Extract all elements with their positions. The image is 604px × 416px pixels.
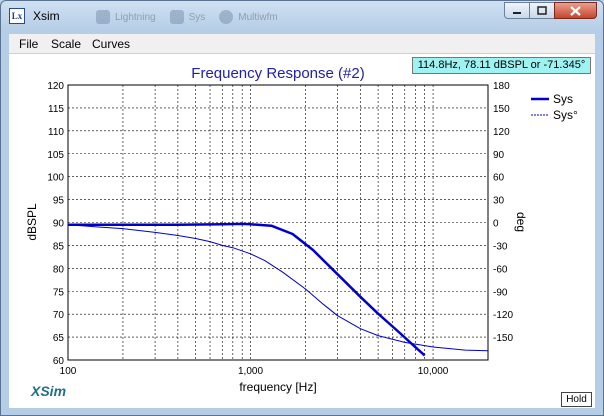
y-left-tick-label: 105 (47, 150, 64, 161)
ghost-tab: Lightning (96, 8, 156, 26)
y-right-tick-label: -150 (493, 333, 513, 344)
y-right-tick-label: -30 (493, 241, 508, 252)
legend-label-sys-phase: Sys° (553, 108, 578, 122)
y-axis-right-label: deg (514, 212, 528, 232)
series-line-sys-phase (67, 224, 489, 352)
left-axis-ticks: 6065707580859095100105110115120 (47, 81, 64, 367)
y-right-tick-label: 0 (493, 219, 499, 230)
lightning-app-icon (96, 10, 110, 24)
plot-area: Frequency Response (#2) 60 65 70 75 80 85 90 95… (9, 53, 595, 408)
y-right-tick-label: 150 (493, 104, 510, 115)
y-right-tick-label: 60 (493, 173, 505, 184)
grid (67, 84, 489, 361)
y-right-tick-label: 120 (493, 127, 510, 138)
close-button[interactable] (554, 2, 597, 19)
y-right-tick-label: -90 (493, 287, 508, 298)
chart-title: Frequency Response (#2) (191, 65, 364, 82)
y-axis-left-label: dBSPL (25, 203, 39, 241)
y-left-tick-label: 120 (47, 81, 64, 92)
minimize-icon (513, 11, 521, 14)
frequency-response-chart: Frequency Response (#2) 60 65 70 75 80 85 90 95… (25, 65, 578, 399)
y-left-tick-label: 70 (53, 310, 65, 321)
series-line-sys (68, 222, 426, 357)
ghost-tab: Sys (169, 8, 205, 26)
y-right-tick-label: 30 (493, 196, 505, 207)
menu-scale[interactable]: Scale (51, 37, 81, 51)
xsim-app-icon[interactable]: Lx (9, 8, 25, 24)
x-tick-label: 10,000 (418, 366, 449, 377)
legend-label-sys: Sys (553, 92, 573, 106)
right-axis-ticks: -150 -120 -90 -60 -30 0 30 60 90 120 150 180 (493, 81, 513, 344)
title-bar[interactable]: Lx Xsim Lightning Sys Multiwfm (1, 1, 603, 31)
ghost-tab: Multiwfm (219, 8, 278, 26)
x-tick-label: 100 (60, 366, 77, 377)
menu-bar: File Scale Curves (9, 34, 595, 53)
y-left-tick-label: 110 (48, 127, 64, 138)
y-left-tick-label: 95 (53, 196, 65, 207)
cursor-readout: 114.8Hz, 78.11 dBSPL or -71.345° (412, 57, 591, 74)
legend: Sys Sys° (531, 92, 578, 122)
minimize-button[interactable] (504, 2, 530, 19)
y-right-tick-label: 180 (493, 81, 510, 92)
x-axis-ticks: 100 1,000 10,000 (60, 366, 449, 377)
y-left-tick-label: 65 (53, 333, 65, 344)
menu-curves[interactable]: Curves (92, 37, 130, 51)
y-right-tick-label: 90 (493, 150, 505, 161)
y-left-tick-label: 75 (53, 287, 65, 298)
y-right-tick-label: -120 (493, 310, 513, 321)
app-window: Lx Xsim Lightning Sys Multiwfm File Scal… (0, 0, 604, 416)
sys-app-icon (169, 10, 184, 24)
close-icon (570, 5, 581, 16)
maximize-icon (537, 6, 547, 15)
menu-file[interactable]: File (19, 37, 38, 51)
y-left-tick-label: 90 (53, 219, 65, 230)
y-right-tick-label: -60 (493, 264, 508, 275)
window-controls (504, 2, 597, 19)
y-left-tick-label: 85 (53, 241, 65, 252)
xsim-brand-label: XSim (30, 383, 66, 399)
x-tick-label: 1,000 (238, 366, 263, 377)
hold-button[interactable]: Hold (561, 392, 592, 407)
y-left-tick-label: 80 (53, 264, 65, 275)
y-left-tick-label: 115 (48, 104, 64, 115)
taskbar-ghost: Lightning Sys Multiwfm (96, 8, 278, 26)
globe-icon (219, 10, 234, 24)
maximize-button[interactable] (529, 2, 555, 19)
window-title: Xsim (33, 9, 60, 23)
y-left-tick-label: 100 (47, 173, 64, 184)
x-axis-label: frequency [Hz] (239, 380, 316, 394)
